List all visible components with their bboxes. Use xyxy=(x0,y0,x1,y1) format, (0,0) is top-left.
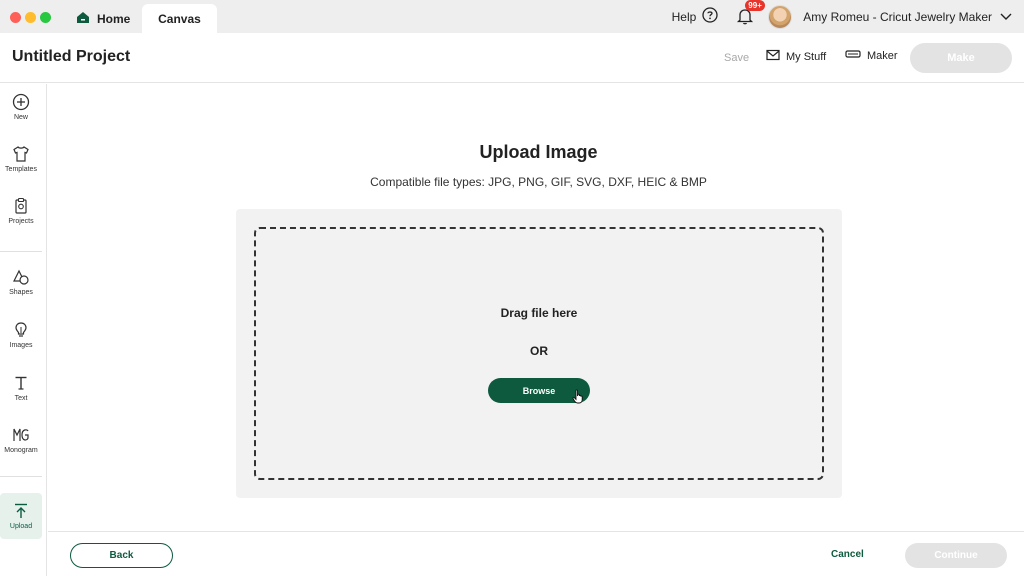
sidebar-item-upload[interactable]: Upload xyxy=(0,493,42,539)
sidebar-item-label: Images xyxy=(9,342,33,349)
tab-home[interactable]: Home xyxy=(70,4,140,33)
title-bar: Home Canvas Help 99+ Amy Romeu - Cricut … xyxy=(0,0,1024,33)
maker-button[interactable]: Maker xyxy=(845,49,898,62)
back-button[interactable]: Back xyxy=(70,543,173,568)
lightbulb-icon xyxy=(12,321,30,339)
plus-circle-icon xyxy=(12,93,30,111)
file-types-text: Compatible file types: JPG, PNG, GIF, SV… xyxy=(370,175,707,189)
bell-icon xyxy=(736,8,754,29)
window-zoom-button[interactable] xyxy=(40,12,51,23)
drop-zone[interactable]: Drag file here OR Browse xyxy=(254,227,824,480)
window-minimize-button[interactable] xyxy=(25,12,36,23)
monogram-icon xyxy=(12,426,30,444)
cancel-button[interactable]: Cancel xyxy=(831,549,864,560)
my-stuff-button[interactable]: My Stuff xyxy=(766,49,826,64)
drag-file-text: Drag file here xyxy=(500,306,578,320)
machine-icon xyxy=(845,49,861,62)
chevron-down-icon[interactable] xyxy=(1000,8,1012,26)
sidebar-divider xyxy=(0,251,42,252)
tab-home-label: Home xyxy=(97,11,131,26)
sidebar-item-label: Projects xyxy=(8,218,34,225)
home-icon xyxy=(76,11,90,27)
shapes-icon xyxy=(12,268,30,286)
sidebar-item-projects[interactable]: Projects xyxy=(0,188,42,234)
sidebar-item-text[interactable]: Text xyxy=(0,365,42,411)
make-button[interactable]: Make xyxy=(910,43,1012,73)
help-button[interactable]: Help xyxy=(672,7,719,26)
sidebar-item-new[interactable]: New xyxy=(0,84,42,130)
sidebar-item-label: Text xyxy=(14,395,28,402)
tab-canvas-label: Canvas xyxy=(158,11,201,26)
sidebar-divider xyxy=(0,476,42,477)
sidebar-item-label: Templates xyxy=(5,166,37,173)
notifications-button[interactable]: 99+ xyxy=(736,0,765,29)
my-stuff-label: My Stuff xyxy=(786,50,827,63)
sidebar-item-label: Upload xyxy=(9,523,33,530)
sidebar-item-label: Monogram xyxy=(4,447,38,454)
sidebar-item-label: New xyxy=(13,114,28,121)
sidebar-item-monogram[interactable]: Monogram xyxy=(0,417,42,463)
text-icon xyxy=(12,374,30,392)
maker-label: Maker xyxy=(867,49,898,62)
window-close-button[interactable] xyxy=(10,12,21,23)
sidebar-item-shapes[interactable]: Shapes xyxy=(0,259,42,305)
save-button[interactable]: Save xyxy=(724,52,749,64)
continue-button[interactable]: Continue xyxy=(905,543,1007,568)
notification-badge: 99+ xyxy=(745,0,765,11)
avatar[interactable] xyxy=(768,4,793,29)
project-title[interactable]: Untitled Project xyxy=(12,48,130,66)
envelope-icon xyxy=(766,49,780,64)
upload-icon xyxy=(12,502,30,520)
hand-cursor-icon xyxy=(572,389,584,409)
footer-bar: Back Cancel Continue xyxy=(48,531,1024,576)
tab-canvas[interactable]: Canvas xyxy=(142,4,217,33)
help-label: Help xyxy=(671,9,697,24)
or-text: OR xyxy=(530,344,548,358)
clipboard-icon xyxy=(12,197,30,215)
upload-panel: Drag file here OR Browse xyxy=(236,209,842,498)
sidebar-item-images[interactable]: Images xyxy=(0,312,42,358)
user-name[interactable]: Amy Romeu - Cricut Jewelry Maker xyxy=(803,10,992,24)
sidebar-item-label: Shapes xyxy=(9,289,33,296)
question-circle-icon xyxy=(702,7,718,26)
project-header: Untitled Project Save My Stuff Maker Mak… xyxy=(0,33,1024,83)
page-title: Upload Image xyxy=(479,142,598,162)
